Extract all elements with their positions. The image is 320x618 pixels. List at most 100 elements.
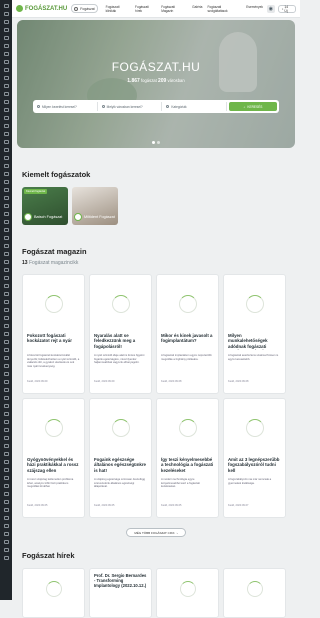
rail-icon[interactable] [3, 292, 9, 296]
rail-icon[interactable] [3, 132, 9, 136]
nav-item-clinics[interactable]: Fogászati klinikák [106, 5, 130, 13]
rail-icon[interactable] [3, 404, 9, 408]
rail-icon[interactable] [3, 348, 9, 352]
article-card[interactable]: Milyen munkalehetőségek adódnak fogászat… [223, 274, 286, 394]
site-search[interactable]: Fogászat [71, 4, 98, 13]
treatment-field[interactable]: Milyen kezelést keresel? [35, 102, 98, 111]
user-icon[interactable]: ◉ [266, 4, 275, 13]
rail-icon[interactable] [3, 204, 9, 208]
news-card[interactable]: Prof. Dr. Sergio Bernardes - Transformin… [89, 568, 152, 618]
article-card[interactable]: Gyógynövényekkel és házi praktikákkal a … [22, 398, 85, 518]
rail-icon[interactable] [3, 308, 9, 312]
rail-icon[interactable] [3, 372, 9, 376]
rail-icon[interactable] [3, 284, 9, 288]
article-title[interactable]: Gyógynövényekkel és házi praktikákkal a … [27, 457, 80, 474]
rail-icon[interactable] [3, 20, 9, 24]
rail-icon[interactable] [3, 276, 9, 280]
rail-icon[interactable] [3, 364, 9, 368]
carousel-dot[interactable] [152, 141, 155, 144]
rail-icon[interactable] [3, 476, 9, 480]
rail-icon[interactable] [3, 556, 9, 560]
rail-icon[interactable] [3, 52, 9, 56]
news-card[interactable] [223, 568, 286, 618]
rail-icon[interactable] [3, 436, 9, 440]
rail-icon[interactable] [3, 324, 9, 328]
rail-icon[interactable] [3, 196, 9, 200]
rail-icon[interactable] [3, 316, 9, 320]
article-title[interactable]: Fokozott fogászati kockázatot rejt a nyá… [27, 333, 80, 350]
rail-icon[interactable] [3, 44, 9, 48]
article-card[interactable]: Mikor és kinek javasolt a fogimplantátum… [156, 274, 219, 394]
rail-icon[interactable] [3, 60, 9, 64]
rail-icon[interactable] [3, 260, 9, 264]
rail-icon[interactable] [3, 92, 9, 96]
article-card[interactable]: Fogaink egészsége általános egészségünkr… [89, 398, 152, 518]
featured-card[interactable]: Kiemelt fogászat Batsch Fogászat [22, 187, 68, 225]
rail-icon[interactable] [3, 420, 9, 424]
rail-icon[interactable] [3, 108, 9, 112]
rail-icon[interactable] [3, 548, 9, 552]
rail-icon[interactable] [3, 500, 9, 504]
rail-icon[interactable] [3, 452, 9, 456]
rail-icon[interactable] [3, 148, 9, 152]
rail-icon[interactable] [3, 492, 9, 496]
featured-card[interactable]: Miltident Fogászat [72, 187, 118, 225]
rail-icon[interactable] [3, 484, 9, 488]
rail-icon[interactable] [3, 236, 9, 240]
rail-icon[interactable] [3, 388, 9, 392]
site-logo[interactable]: FOGÁSZAT.HU [16, 5, 67, 12]
nav-item-services[interactable]: Fogászati szolgáltatások [207, 5, 241, 13]
rail-icon[interactable] [3, 4, 9, 8]
article-title[interactable]: Milyen munkalehetőségek adódnak fogászat… [228, 333, 281, 350]
article-card[interactable]: Így teszi kényelmesebbé a technológia a … [156, 398, 219, 518]
rail-icon[interactable] [3, 124, 9, 128]
rail-icon[interactable] [3, 212, 9, 216]
rail-icon[interactable] [3, 356, 9, 360]
rail-icon[interactable] [3, 220, 9, 224]
rail-icon[interactable] [3, 84, 9, 88]
rail-icon[interactable] [3, 300, 9, 304]
rail-icon[interactable] [3, 468, 9, 472]
nav-item-news[interactable]: Fogászati hírek [135, 5, 156, 13]
rail-icon[interactable] [3, 100, 9, 104]
article-title[interactable]: Így teszi kényelmesebbé a technológia a … [161, 457, 214, 474]
rail-icon[interactable] [3, 516, 9, 520]
more-articles-button[interactable]: MÉG TÖBB FOGÁSZAT CIKK › [126, 528, 186, 537]
rail-icon[interactable] [3, 68, 9, 72]
nav-item-gallery[interactable]: Galéria [192, 5, 202, 13]
article-title[interactable]: Fogaink egészsége általános egészségünkr… [94, 457, 147, 474]
rail-icon[interactable] [3, 172, 9, 176]
rail-icon[interactable] [3, 340, 9, 344]
nav-item-events[interactable]: Események [246, 5, 263, 13]
article-card[interactable]: Amit az 3 legnépszerűbb fogszabályozóról… [223, 398, 286, 518]
nav-item-magazine[interactable]: Fogászati Magazin [161, 5, 187, 13]
rail-icon[interactable] [3, 140, 9, 144]
carousel-dot[interactable] [157, 141, 160, 144]
rail-icon[interactable] [3, 508, 9, 512]
news-title-text[interactable]: Prof. Dr. Sergio Bernardes - Transformin… [94, 573, 147, 588]
rail-icon[interactable] [3, 156, 9, 160]
search-button[interactable]: ⌕ KERESÉS [229, 102, 278, 111]
rail-icon[interactable] [3, 164, 9, 168]
article-card[interactable]: Fokozott fogászati kockázatot rejt a nyá… [22, 274, 85, 394]
article-card[interactable]: Nyaralás alatt se feledkezzünk meg a fog… [89, 274, 152, 394]
rail-icon[interactable] [3, 380, 9, 384]
notifications-button[interactable]: ♪ 14 Új [277, 4, 296, 13]
rail-icon[interactable] [3, 244, 9, 248]
rail-icon[interactable] [3, 332, 9, 336]
category-select[interactable]: Kategóriák [164, 102, 228, 111]
rail-icon[interactable] [3, 428, 9, 432]
rail-icon[interactable] [3, 228, 9, 232]
rail-icon[interactable] [3, 532, 9, 536]
article-title[interactable]: Nyaralás alatt se feledkezzünk meg a fog… [94, 333, 147, 350]
rail-icon[interactable] [3, 36, 9, 40]
rail-icon[interactable] [3, 252, 9, 256]
article-title[interactable]: Amit az 3 legnépszerűbb fogszabályozóról… [228, 457, 281, 474]
rail-icon[interactable] [3, 460, 9, 464]
rail-icon[interactable] [3, 188, 9, 192]
rail-icon[interactable] [3, 396, 9, 400]
rail-icon[interactable] [3, 116, 9, 120]
rail-icon[interactable] [3, 28, 9, 32]
rail-icon[interactable] [3, 180, 9, 184]
news-card[interactable] [22, 568, 85, 618]
